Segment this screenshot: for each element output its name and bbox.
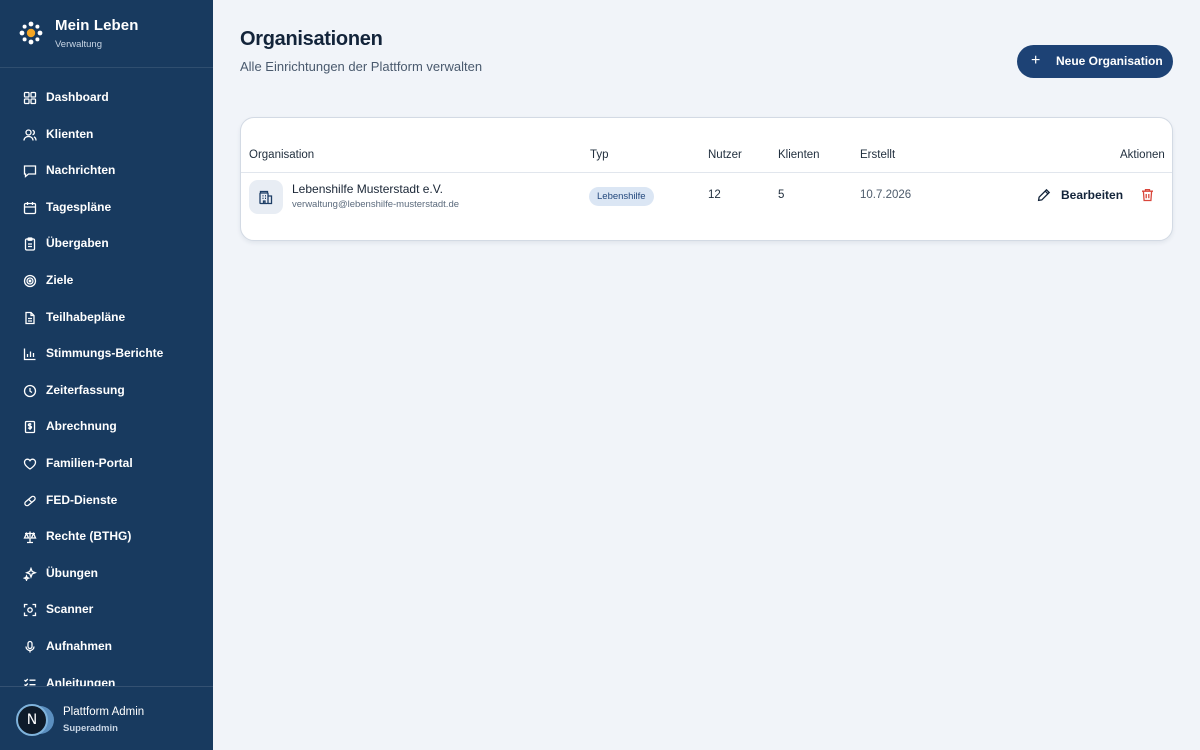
sidebar-item-rechte-bthg[interactable]: Rechte (BTHG) <box>0 519 213 555</box>
sidebar-item-label: Dashboard <box>46 90 109 104</box>
grid-icon <box>23 91 37 105</box>
column-header-nutzer: Nutzer <box>708 149 742 161</box>
sidebar-item-label: Familien-Portal <box>46 456 133 470</box>
users-icon <box>23 128 37 142</box>
sidebar-item-teilhabeplaene[interactable]: Teilhabepläne <box>0 300 213 336</box>
app-title: Mein Leben <box>55 17 139 34</box>
sidebar-nav: Dashboard Klienten Nachrichten Tagesplän… <box>0 80 213 686</box>
scan-icon <box>23 603 37 617</box>
trash-icon <box>1142 188 1153 202</box>
user-role: Superadmin <box>63 723 118 734</box>
scale-icon <box>23 530 37 544</box>
sidebar-item-label: Scanner <box>46 602 94 617</box>
sidebar-item-anleitungen[interactable]: Anleitungen <box>0 666 213 686</box>
plus-icon: + <box>1031 52 1041 69</box>
page-subtitle: Alle Einrichtungen der Plattform verwalt… <box>240 59 483 74</box>
message-icon <box>23 164 37 179</box>
type-badge: Lebenshilfe <box>589 187 654 206</box>
bar-chart-icon <box>23 347 37 361</box>
sidebar-item-label: Übungen <box>46 565 98 580</box>
new-organisation-button[interactable]: + Neue Organisation <box>1017 45 1173 78</box>
sidebar-item-ziele[interactable]: Ziele <box>0 263 213 299</box>
nutzer-count: 12 <box>708 189 721 201</box>
sidebar-item-nachrichten[interactable]: Nachrichten <box>0 153 213 189</box>
heart-icon <box>23 457 37 471</box>
document-icon <box>23 311 37 325</box>
sidebar-item-stimmungs-berichte[interactable]: Stimmungs-Berichte <box>0 336 213 372</box>
sidebar-item-label: Tagespläne <box>46 199 112 214</box>
sidebar-item-label: Zeiterfassung <box>46 382 125 397</box>
target-icon <box>23 274 37 288</box>
microphone-icon <box>23 640 37 654</box>
user-name: Plattform Admin <box>63 706 145 718</box>
pencil-icon <box>1037 188 1051 202</box>
sidebar-item-label: Aufnahmen <box>46 639 112 653</box>
column-header-aktionen: Aktionen <box>1120 149 1165 161</box>
sidebar-item-label: Teilhabepläne <box>46 309 126 324</box>
klienten-count: 5 <box>778 189 785 201</box>
delete-button[interactable] <box>1141 188 1156 203</box>
sidebar: Mein Leben Verwaltung Dashboard Klienten… <box>0 0 213 750</box>
sidebar-item-label: Rechte (BTHG) <box>46 529 132 544</box>
sidebar-item-label: Anleitungen <box>46 675 116 686</box>
sidebar-item-fed-dienste[interactable]: FED-Dienste <box>0 483 213 519</box>
list-check-icon <box>23 677 37 686</box>
sidebar-item-label: Abrechnung <box>46 419 117 434</box>
sidebar-item-zeiterfassung[interactable]: Zeiterfassung <box>0 373 213 409</box>
clipboard-icon <box>23 237 37 252</box>
header-divider <box>241 172 1172 173</box>
sidebar-item-label: Stimmungs-Berichte <box>46 346 164 361</box>
organisations-table: Organisation Typ Nutzer Klienten Erstell… <box>240 117 1173 241</box>
edit-label: Bearbeiten <box>1061 188 1124 202</box>
organisation-name: Lebenshilfe Musterstadt e.V. <box>292 182 443 196</box>
sidebar-item-label: Übergaben <box>46 236 109 251</box>
column-header-typ: Typ <box>590 149 609 161</box>
sidebar-item-abrechnung[interactable]: Abrechnung <box>0 409 213 445</box>
clock-icon <box>23 384 37 398</box>
page-title: Organisationen <box>240 28 383 50</box>
created-date: 10.7.2026 <box>860 189 912 201</box>
building-icon <box>249 180 283 214</box>
sidebar-item-klienten[interactable]: Klienten <box>0 117 213 153</box>
column-header-erstellt: Erstellt <box>860 149 896 161</box>
sidebar-item-tagesplaene[interactable]: Tagespläne <box>0 190 213 226</box>
new-organisation-label: Neue Organisation <box>1056 54 1163 68</box>
sidebar-item-familien-portal[interactable]: Familien-Portal <box>0 446 213 482</box>
sidebar-item-label: Klienten <box>46 126 94 141</box>
brand: Mein Leben Verwaltung <box>0 0 213 68</box>
column-header-klienten: Klienten <box>778 149 820 161</box>
sidebar-item-label: Ziele <box>46 273 74 287</box>
calendar-icon <box>23 201 37 215</box>
sidebar-item-label: FED-Dienste <box>46 492 118 507</box>
pill-icon <box>23 494 37 508</box>
sidebar-item-scanner[interactable]: Scanner <box>0 592 213 628</box>
app-subtitle: Verwaltung <box>55 39 103 50</box>
sidebar-item-label: Nachrichten <box>46 163 116 178</box>
sidebar-item-uebergaben[interactable]: Übergaben <box>0 226 213 262</box>
user-profile[interactable]: N Plattform Admin Superadmin <box>0 686 213 750</box>
flower-dots-icon <box>19 21 43 45</box>
column-header-organisation: Organisation <box>249 149 315 161</box>
organisation-email: verwaltung@lebenshilfe-musterstadt.de <box>292 199 460 210</box>
sparkle-icon <box>23 566 37 581</box>
sidebar-item-uebungen[interactable]: Übungen <box>0 556 213 592</box>
sidebar-item-aufnahmen[interactable]: Aufnahmen <box>0 629 213 665</box>
receipt-icon <box>23 420 37 434</box>
sidebar-item-dashboard[interactable]: Dashboard <box>0 80 213 116</box>
avatar: N <box>16 704 48 736</box>
